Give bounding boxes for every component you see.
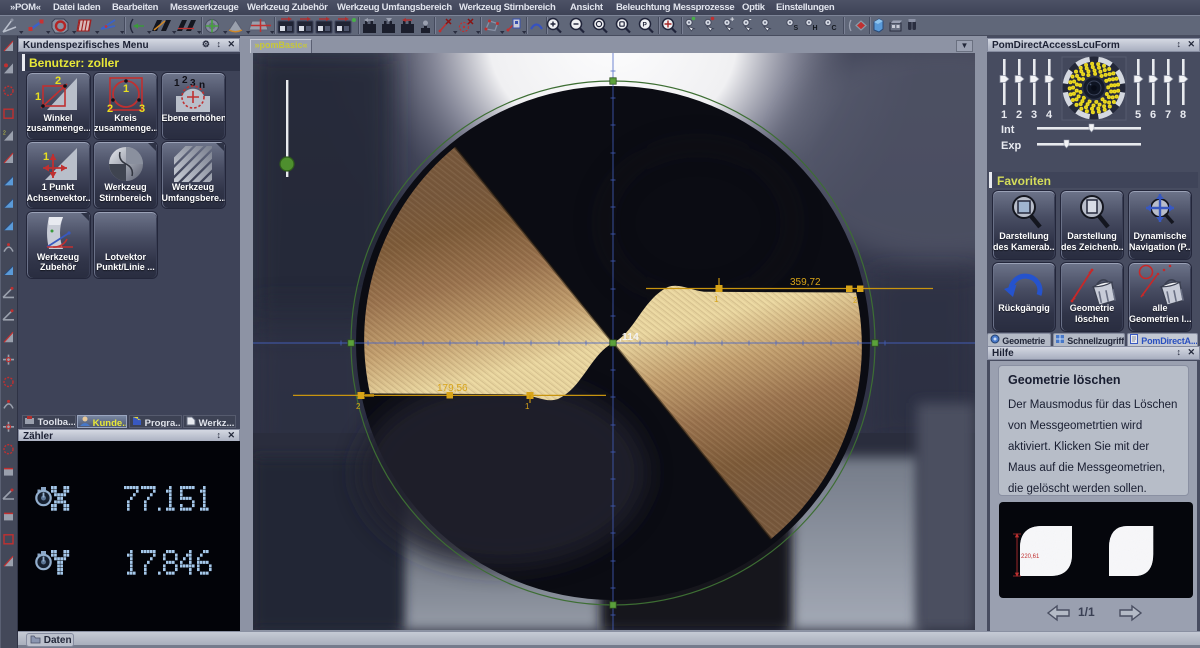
svg-text:,114: ,114 — [619, 331, 639, 343]
svg-text:2: 2 — [3, 131, 6, 137]
svg-text:7: 7 — [1165, 109, 1171, 121]
svg-text:1: 1 — [714, 295, 719, 304]
svg-text:2: 2 — [853, 296, 858, 305]
svg-text:H: H — [813, 25, 818, 32]
svg-text:5: 5 — [1135, 109, 1141, 121]
svg-text:3: 3 — [190, 78, 196, 89]
svg-text:3: 3 — [1031, 109, 1037, 121]
svg-text:2: 2 — [182, 75, 188, 86]
svg-text:S: S — [794, 25, 799, 32]
svg-text:+: + — [730, 15, 735, 24]
svg-text:220,61: 220,61 — [1021, 554, 1040, 560]
svg-text:1: 1 — [1001, 109, 1007, 121]
svg-text:P: P — [643, 22, 648, 29]
svg-text:2: 2 — [107, 103, 113, 114]
svg-text:359,72: 359,72 — [790, 277, 821, 288]
svg-text:Exp: Exp — [1001, 140, 1021, 152]
svg-text:1: 1 — [35, 91, 41, 103]
svg-text:Int: Int — [1001, 124, 1015, 136]
svg-text:3: 3 — [139, 103, 145, 114]
svg-text:179,56: 179,56 — [437, 383, 468, 394]
svg-text:1: 1 — [123, 83, 129, 95]
svg-text:8: 8 — [1180, 109, 1186, 121]
svg-text:1: 1 — [525, 402, 530, 411]
svg-text:2: 2 — [356, 402, 361, 411]
svg-text:2: 2 — [1016, 109, 1022, 121]
svg-text:6: 6 — [1150, 109, 1156, 121]
svg-text:C: C — [832, 25, 837, 32]
svg-text:1: 1 — [43, 151, 49, 163]
svg-text:1: 1 — [174, 78, 180, 89]
svg-text:4: 4 — [1046, 109, 1053, 121]
svg-text:2: 2 — [55, 75, 61, 87]
